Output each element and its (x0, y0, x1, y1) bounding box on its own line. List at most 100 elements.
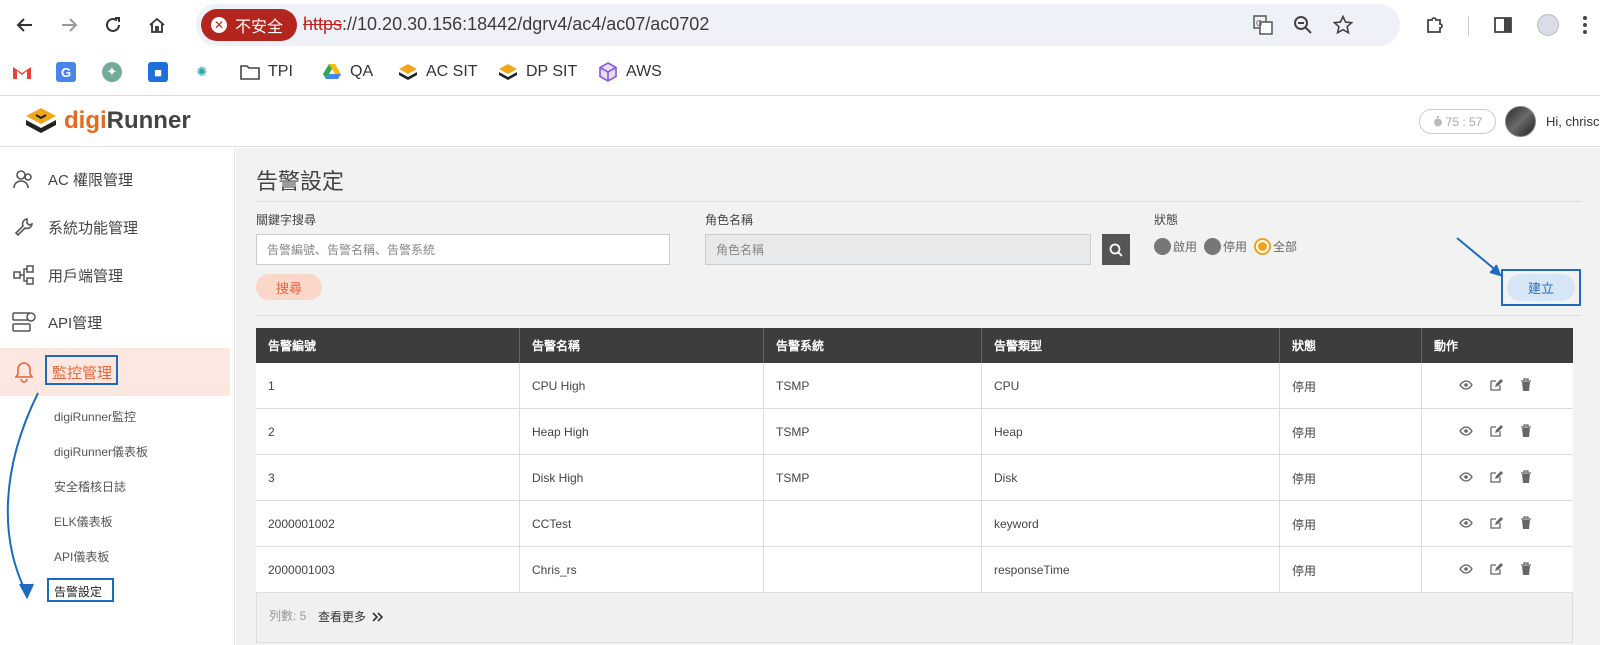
brand-name: digiRunner (64, 107, 191, 135)
url-text[interactable]: https://10.20.30.156:18442/dgrv4/ac4/ac0… (303, 14, 709, 35)
radio-dot-selected (1254, 238, 1271, 255)
table-row[interactable]: 2 Heap High TSMP Heap 停用 (256, 409, 1573, 455)
address-bar[interactable]: ✕ 不安全 https://10.20.30.156:18442/dgrv4/a… (196, 4, 1400, 46)
chatgpt-icon: ✦ (102, 62, 122, 82)
wrench-icon (12, 215, 36, 239)
delete-icon[interactable] (1519, 378, 1533, 392)
submenu-item[interactable]: API儀表板 (54, 548, 109, 565)
cell-alert-name: Chris_rs (520, 547, 764, 593)
bookmark-dp-sit[interactable]: DP SIT (498, 62, 577, 82)
extensions-icon[interactable] (1422, 12, 1448, 38)
bookmark-label: TPI (268, 63, 293, 80)
users-icon (12, 167, 36, 191)
table-row[interactable]: 2000001003 Chris_rs responseTime 停用 (256, 547, 1573, 593)
edit-icon[interactable] (1489, 562, 1503, 576)
submenu-item[interactable]: digiRunner儀表板 (54, 443, 148, 460)
cell-alert-type: Heap (982, 409, 1280, 455)
view-icon[interactable] (1459, 470, 1473, 484)
delete-icon[interactable] (1519, 516, 1533, 530)
star-icon[interactable] (1332, 14, 1354, 36)
status-radio-all[interactable]: 全部 (1254, 238, 1297, 255)
edit-icon[interactable] (1489, 516, 1503, 530)
role-search-button[interactable] (1102, 234, 1130, 265)
session-timer: 75 : 57 (1419, 109, 1496, 134)
api-icon (12, 310, 36, 334)
column-header: 告警名稱 (520, 328, 764, 363)
delete-icon[interactable] (1519, 470, 1533, 484)
table-row[interactable]: 3 Disk High TSMP Disk 停用 (256, 455, 1573, 501)
submenu-item[interactable]: digiRunner監控 (54, 408, 136, 425)
view-icon[interactable] (1459, 562, 1473, 576)
avatar[interactable] (1505, 106, 1536, 137)
status-radio-disabled[interactable]: 停用 (1204, 238, 1247, 255)
keyword-search-input[interactable] (256, 234, 670, 265)
bookmark-translate[interactable]: G (56, 62, 84, 82)
submenu-item[interactable]: 安全稽核日誌 (54, 478, 126, 495)
view-icon[interactable] (1459, 516, 1473, 530)
page-title: 告警設定 (256, 169, 345, 194)
toolbar-divider (1468, 16, 1469, 36)
bookmark-qa[interactable]: QA (322, 62, 373, 82)
cell-status: 停用 (1280, 363, 1422, 409)
back-icon[interactable] (10, 10, 40, 40)
bookmark-ac-sit[interactable]: AC SIT (398, 62, 478, 82)
bookmark-tpi[interactable]: TPI (240, 62, 293, 82)
bookmark-label: AWS (626, 63, 662, 80)
status-radio-enabled[interactable]: 啟用 (1154, 238, 1197, 255)
insecure-badge[interactable]: ✕ 不安全 (201, 9, 298, 41)
delete-icon[interactable] (1519, 424, 1533, 438)
bookmark-star-burst[interactable]: ✺ (192, 62, 220, 82)
user-greeting[interactable]: Hi, chrisc (1546, 114, 1599, 129)
row-actions (1459, 516, 1533, 530)
timer-value: 75 : 57 (1445, 114, 1483, 129)
forward-icon[interactable] (54, 10, 84, 40)
zoom-icon[interactable] (1292, 14, 1314, 36)
search-button[interactable]: 搜尋 (256, 274, 322, 300)
translate-icon[interactable]: G (1252, 14, 1274, 36)
edit-icon[interactable] (1489, 378, 1503, 392)
table-row[interactable]: 2000001002 CCTest keyword 停用 (256, 501, 1573, 547)
menu-icon[interactable] (1572, 12, 1598, 38)
home-icon[interactable] (142, 10, 172, 40)
bookmark-aws[interactable]: AWS (598, 62, 662, 82)
view-icon[interactable] (1459, 424, 1473, 438)
cell-alert-system: TSMP (764, 455, 982, 501)
bookmark-label: QA (350, 63, 374, 80)
delete-icon[interactable] (1519, 562, 1533, 576)
svg-text:G: G (1256, 19, 1262, 28)
side-panel-icon[interactable] (1490, 12, 1516, 38)
bookmarks-bar: G ✦ ■ ✺ TPI QA AC SIT DP SIT AWS (0, 50, 1600, 96)
bookmark-chatgpt[interactable]: ✦ (102, 62, 130, 82)
submenu-item[interactable]: ELK儀表板 (54, 513, 113, 530)
folder-icon (240, 62, 260, 82)
profile-icon[interactable] (1535, 12, 1561, 38)
brand-prefix: digi (64, 107, 107, 134)
cell-status: 停用 (1280, 455, 1422, 501)
row-actions (1459, 562, 1533, 576)
reload-icon[interactable] (98, 10, 128, 40)
bookmark-gmail[interactable] (12, 62, 40, 82)
brand-logo[interactable]: digiRunner (24, 106, 191, 136)
table-row[interactable]: 1 CPU High TSMP CPU 停用 (256, 363, 1573, 409)
sidebar-item-client-management[interactable]: 用戶端管理 (0, 251, 230, 299)
bookmark-app[interactable]: ■ (148, 62, 176, 82)
annotation-highlight-monitoring (45, 355, 118, 385)
sidebar-item-ac-permissions[interactable]: AC 權限管理 (0, 155, 230, 203)
sidebar-item-api-management[interactable]: API管理 (0, 298, 230, 346)
load-more-link[interactable]: 查看更多 (318, 608, 384, 625)
create-button[interactable]: 建立 (1507, 274, 1575, 301)
app-header: digiRunner 75 : 57 Hi, chrisc (0, 97, 1600, 147)
sidebar-item-label: 用戶端管理 (48, 267, 124, 285)
load-more-label: 查看更多 (318, 610, 367, 624)
bell-icon (12, 360, 36, 384)
edit-icon[interactable] (1489, 424, 1503, 438)
edit-icon[interactable] (1489, 470, 1503, 484)
column-header: 狀態 (1280, 328, 1422, 363)
view-icon[interactable] (1459, 378, 1473, 392)
sidebar-item-system-functions[interactable]: 系統功能管理 (0, 203, 230, 251)
column-header: 動作 (1434, 339, 1459, 353)
cell-alert-name: CPU High (520, 363, 764, 409)
role-name-input[interactable] (705, 234, 1091, 265)
sidebar-item-label: 系統功能管理 (48, 219, 139, 237)
cell-alert-name: Disk High (520, 455, 764, 501)
